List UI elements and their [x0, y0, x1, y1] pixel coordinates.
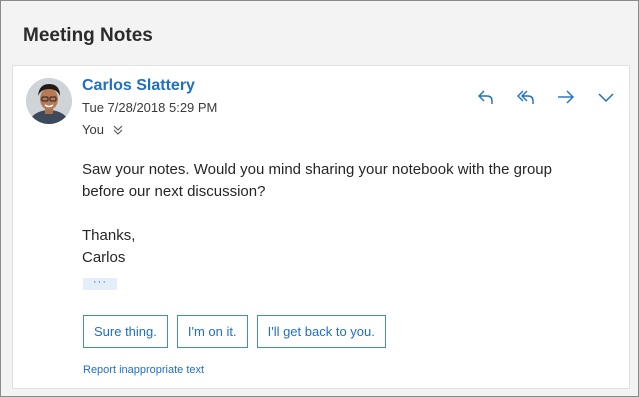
body-line: Saw your notes. Would you mind sharing y… — [82, 161, 552, 178]
sent-datetime: Tue 7/28/2018 5:29 PM — [82, 100, 218, 115]
sender-name[interactable]: Carlos Slattery — [82, 77, 195, 95]
suggested-reply-button[interactable]: I'm on it. — [176, 315, 248, 348]
reading-pane: Meeting Notes Carlos Slattery Tue 7/28/2… — [0, 0, 639, 397]
body-signoff: Thanks, — [82, 227, 136, 244]
body-signature: Carlos — [82, 249, 126, 266]
recipient-label: You — [82, 122, 104, 137]
show-more-button[interactable]: ··· — [83, 277, 117, 290]
reply-icon[interactable] — [475, 86, 497, 108]
expand-recipients-icon[interactable] — [112, 124, 124, 136]
more-chevron-icon[interactable] — [595, 86, 617, 108]
email-subject: Meeting Notes — [23, 25, 153, 46]
recipients-row: You — [82, 122, 124, 137]
suggested-reply-button[interactable]: I'll get back to you. — [256, 315, 386, 348]
suggested-replies: Sure thing. I'm on it. I'll get back to … — [83, 315, 386, 348]
suggested-reply-button[interactable]: Sure thing. — [83, 315, 168, 348]
avatar-image — [26, 78, 72, 124]
message-card: Carlos Slattery Tue 7/28/2018 5:29 PM Yo… — [12, 65, 630, 389]
message-body: Saw your notes. Would you mind sharing y… — [82, 159, 602, 269]
body-line: before our next discussion? — [82, 183, 266, 200]
reply-all-icon[interactable] — [515, 86, 537, 108]
report-link[interactable]: Report inappropriate text — [83, 364, 204, 376]
forward-icon[interactable] — [555, 86, 577, 108]
sender-avatar[interactable] — [26, 78, 72, 124]
message-actions — [475, 86, 617, 108]
